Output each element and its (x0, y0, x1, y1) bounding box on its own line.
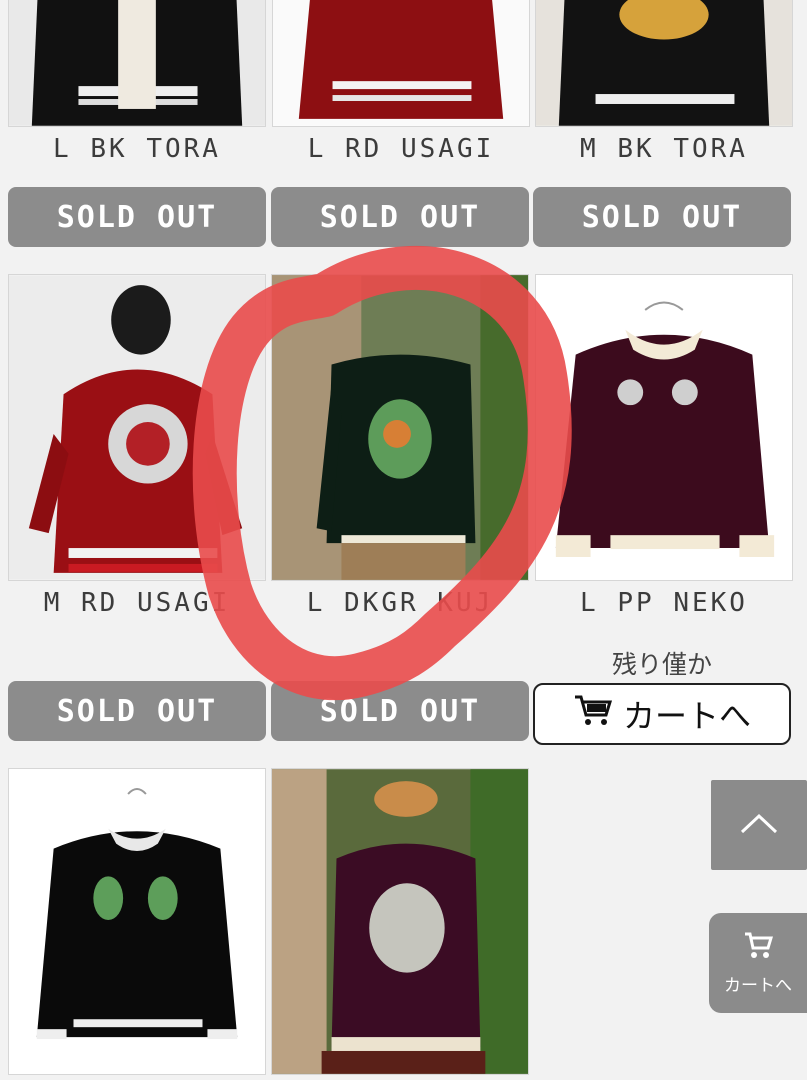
product-image-l-rd-usagi[interactable] (272, 0, 530, 127)
product-name: M BK TORA (580, 134, 748, 164)
floating-cart-button[interactable]: カートへ (709, 913, 807, 1013)
chevron-up-icon (739, 811, 779, 839)
sold-out-button[interactable]: SOLD OUT (8, 187, 266, 247)
sold-out-button[interactable]: SOLD OUT (8, 681, 266, 741)
add-to-cart-button[interactable]: カートへ (533, 683, 791, 745)
floating-cart-label: カートへ (724, 976, 792, 996)
sold-out-button[interactable]: SOLD OUT (271, 187, 529, 247)
product-image-m-rd-usagi[interactable] (8, 274, 266, 581)
cart-icon (743, 930, 774, 965)
cart-icon (573, 693, 613, 735)
sold-out-button[interactable]: SOLD OUT (271, 681, 529, 741)
cart-button-label: カートへ (622, 697, 751, 735)
product-name: M RD USAGI (43, 588, 231, 618)
product-image-l-dkgr-kuj[interactable] (271, 274, 529, 581)
product-image-bk-velvet[interactable] (8, 768, 266, 1075)
product-image-l-bk-tora[interactable] (8, 0, 266, 127)
product-image-l-pp-neko[interactable] (535, 274, 793, 581)
product-name: L PP NEKO (580, 588, 748, 618)
scroll-to-top-button[interactable] (711, 780, 807, 870)
stock-note: 残り僅か (611, 650, 712, 679)
product-image-pp-neko-back[interactable] (271, 768, 529, 1075)
product-image-m-bk-tora[interactable] (535, 0, 793, 127)
product-name: L BK TORA (53, 134, 221, 164)
sold-out-button[interactable]: SOLD OUT (533, 187, 791, 247)
product-name: L RD USAGI (307, 134, 495, 164)
product-name: L DKGR KUJ (306, 588, 494, 618)
